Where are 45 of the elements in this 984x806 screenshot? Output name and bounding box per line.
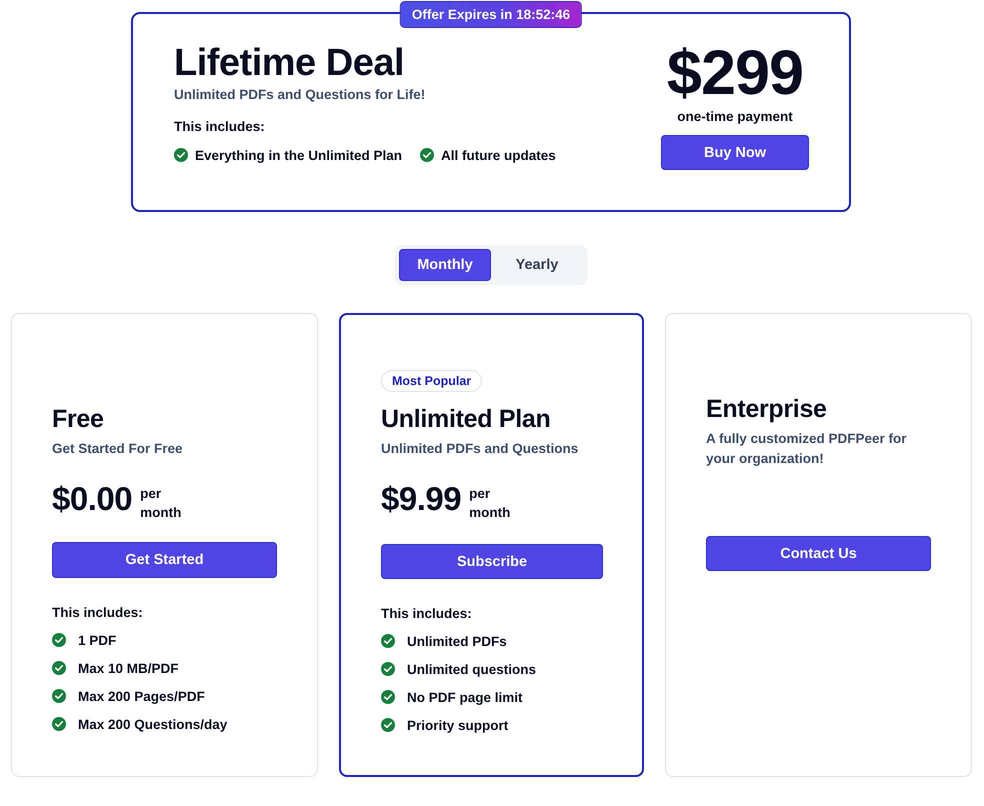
plan-button[interactable]: Subscribe bbox=[381, 544, 603, 579]
buy-now-button[interactable]: Buy Now bbox=[661, 135, 809, 170]
check-icon bbox=[381, 662, 395, 676]
price-period: per month bbox=[140, 485, 182, 522]
feature-text: Unlimited questions bbox=[407, 662, 536, 676]
feature-text: Max 200 Pages/PDF bbox=[78, 688, 205, 704]
check-icon bbox=[52, 689, 66, 703]
billing-tab[interactable]: Yearly bbox=[491, 249, 583, 281]
feature-text: Max 200 Questions/day bbox=[78, 716, 228, 732]
plan-button[interactable]: Contact Us bbox=[706, 536, 931, 571]
plan-subtitle: Unlimited PDFs and Questions bbox=[381, 440, 578, 458]
price-note: one-time payment bbox=[677, 108, 793, 126]
plan-name: Enterprise bbox=[706, 394, 827, 424]
check-icon bbox=[381, 718, 395, 732]
feature-text: Max 10 MB/PDF bbox=[78, 660, 179, 676]
check-icon bbox=[52, 661, 66, 675]
plan-name: Free bbox=[52, 404, 104, 434]
offer-subtitle: Unlimited PDFs and Questions for Life! bbox=[174, 86, 426, 104]
feature-text: All future updates bbox=[441, 148, 556, 162]
check-icon bbox=[420, 148, 434, 162]
most-popular-badge: Most Popular bbox=[381, 370, 482, 392]
feature-text: Priority support bbox=[407, 718, 508, 732]
price-period: per month bbox=[469, 485, 510, 522]
check-icon bbox=[52, 717, 66, 731]
feature-text: 1 PDF bbox=[78, 632, 116, 648]
offer-title: Lifetime Deal bbox=[174, 41, 406, 85]
plan-price: $0.00 bbox=[52, 481, 132, 517]
check-icon bbox=[174, 148, 188, 162]
plan-button[interactable]: Get Started bbox=[52, 542, 277, 578]
includes-label: This includes: bbox=[381, 605, 472, 623]
check-icon bbox=[52, 633, 66, 647]
includes-label: This includes: bbox=[52, 604, 143, 622]
plan-subtitle: A fully customized PDFPeer for your organization! bbox=[706, 430, 908, 468]
plan-subtitle: Get Started For Free bbox=[52, 440, 183, 458]
offer-timer-badge: Offer Expires in 18:52:46 bbox=[400, 1, 582, 28]
feature-text: Everything in the Unlimited Plan bbox=[195, 148, 402, 162]
plan-price: $9.99 bbox=[381, 481, 462, 517]
plan-name: Unlimited Plan bbox=[381, 404, 550, 434]
feature-text: Unlimited PDFs bbox=[407, 634, 507, 648]
check-icon bbox=[381, 690, 395, 704]
billing-tab[interactable]: Monthly bbox=[399, 249, 491, 281]
feature-text: No PDF page limit bbox=[407, 690, 523, 704]
check-icon bbox=[381, 634, 395, 648]
offer-price: $299 bbox=[666, 41, 804, 105]
includes-label: This includes: bbox=[174, 118, 266, 136]
